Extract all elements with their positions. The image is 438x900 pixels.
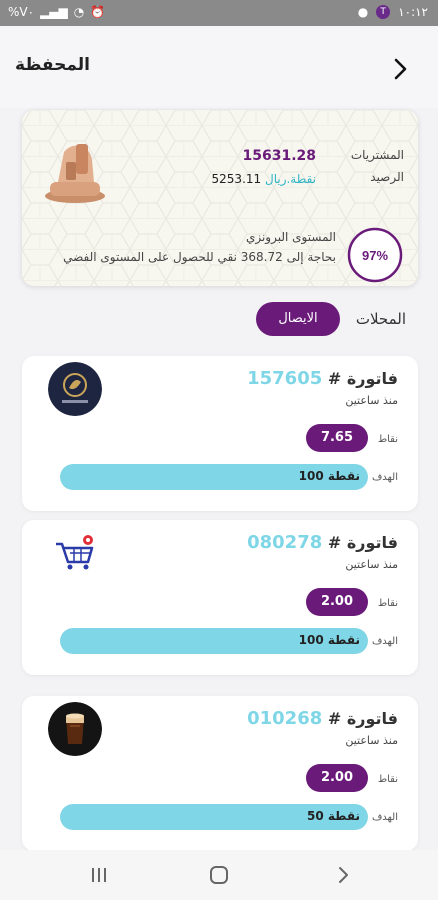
store-logo	[48, 526, 102, 580]
invoice-label: فاتورة #	[327, 369, 398, 388]
shopping-cart-icon	[56, 535, 94, 570]
status-left: %V٠ ▂▄▆ ◔ ⏰	[8, 5, 105, 19]
chevron-right-icon	[394, 58, 407, 80]
wallet-summary-card: المشتريات الرصيد 15631.28 5253.11 نقطة.ر…	[22, 110, 418, 286]
invoice-label: فاتورة #	[327, 709, 398, 728]
target-unit: نقطة	[327, 809, 360, 823]
invoice-time: منذ ساعتين	[345, 734, 398, 747]
points-value: 2.00	[306, 764, 368, 792]
status-bar: %V٠ ▂▄▆ ◔ ⏰ ● T ١٠:١٢	[0, 0, 438, 26]
invoice-number: 157605	[247, 368, 323, 389]
level-hint-amount: 368.72	[240, 250, 283, 264]
clock: ١٠:١٢	[398, 5, 428, 19]
tab-receipts[interactable]: الايصال	[256, 302, 340, 336]
notification-icon: ●	[357, 5, 369, 19]
invoice-number: 010268	[247, 708, 323, 729]
home-button[interactable]	[204, 862, 234, 888]
level-hint: بحاجة إلى 368.72 نقي للحصول على المستوى …	[63, 250, 336, 264]
points-label: نقاط	[377, 598, 398, 609]
battery-percentage: %V٠	[8, 5, 35, 19]
alarm-icon: ⏰	[90, 5, 106, 19]
target-value: 100	[298, 633, 324, 647]
purchases-label: المشتريات	[350, 148, 404, 162]
points-value: 7.65	[306, 424, 368, 452]
target-value: 100	[298, 469, 324, 483]
target-unit: نقطة	[327, 469, 360, 483]
recents-icon	[92, 868, 106, 882]
invoice-card[interactable]: فاتورة # 157605 منذ ساعتين نقاط 7.65 اله…	[22, 356, 418, 511]
invoice-card[interactable]: فاتورة # 080278 منذ ساعتين نقاط 2.00 اله…	[22, 520, 418, 675]
back-button[interactable]	[388, 54, 414, 84]
purchases-value: 15631.28	[242, 148, 316, 164]
target-text: 100 نقطة	[293, 469, 360, 483]
target-value: 50	[307, 809, 324, 823]
target-text: 50 نقطة	[301, 809, 360, 823]
target-progress-bar: 100 نقطة	[60, 628, 368, 654]
bronze-trophy-icon	[45, 144, 105, 203]
app-header: المحفظة	[0, 26, 438, 108]
level-hint-suffix: نقي للحصول على المستوى الفضي	[63, 250, 237, 264]
back-icon	[339, 867, 348, 883]
points-label: نقاط	[377, 774, 398, 785]
target-label: الهدف	[371, 472, 398, 483]
system-nav-bar	[0, 850, 438, 900]
store-logo	[48, 362, 102, 416]
status-right: ● T ١٠:١٢	[358, 5, 428, 19]
besta-logo-icon	[48, 362, 102, 416]
store-logo	[48, 702, 102, 756]
balance-unit: نقطة.ريال	[264, 172, 316, 186]
invoice-card[interactable]: فاتورة # 010268 منذ ساعتين نقاط 2.00 اله…	[22, 696, 418, 851]
recents-button[interactable]	[84, 862, 114, 888]
target-label: الهدف	[371, 636, 398, 647]
target-progress-bar: 50 نقطة	[60, 804, 368, 830]
invoice-time: منذ ساعتين	[345, 558, 398, 571]
target-unit: نقطة	[327, 633, 360, 647]
balance-label: الرصيد	[370, 170, 404, 184]
drink-glass-icon	[48, 702, 102, 756]
target-text: 100 نقطة	[293, 633, 360, 647]
invoice-label: فاتورة #	[327, 533, 398, 552]
target-label: الهدف	[371, 812, 398, 823]
invoice-title: فاتورة # 157605	[243, 368, 398, 389]
points-value: 2.00	[306, 588, 368, 616]
progress-percent: 97%	[362, 248, 388, 263]
tab-stores[interactable]: المحلات	[356, 310, 406, 328]
invoice-title: فاتورة # 080278	[243, 532, 398, 553]
invoice-number: 080278	[247, 532, 323, 553]
level-label: المستوى البرونزي	[245, 230, 336, 244]
level-progress-ring: 97%	[347, 227, 403, 283]
signal-icon: ▂▄▆	[40, 5, 68, 19]
invoice-time: منذ ساعتين	[345, 394, 398, 407]
home-icon	[210, 866, 228, 884]
level-hint-prefix: بحاجة إلى	[286, 250, 336, 264]
balance-row: 5253.11 نقطة.ريال	[208, 172, 316, 186]
wifi-icon: ◔	[73, 5, 85, 19]
page-title: المحفظة	[15, 55, 90, 75]
invoice-title: فاتورة # 010268	[243, 708, 398, 729]
app-badge-icon: T	[376, 5, 391, 19]
back-nav-button[interactable]	[328, 862, 358, 888]
target-progress-bar: 100 نقطة	[60, 464, 368, 490]
points-label: نقاط	[377, 434, 398, 445]
balance-value: 5253.11	[211, 172, 262, 186]
